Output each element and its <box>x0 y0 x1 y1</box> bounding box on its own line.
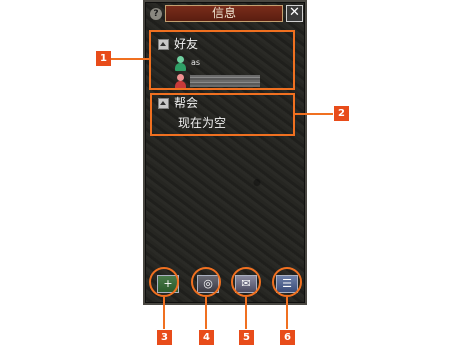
help-icon[interactable]: ? <box>150 8 162 20</box>
annotation-circle-list <box>272 267 302 297</box>
annotation-connector <box>163 297 165 329</box>
annotation-circle-mail <box>231 267 261 297</box>
annotation-box-friends <box>149 30 295 90</box>
annotation-connector <box>245 297 247 329</box>
title-bar[interactable]: ? 信息 ✕ <box>147 4 303 24</box>
annotation-connector <box>295 113 333 115</box>
callout-badge-4: 4 <box>199 330 214 345</box>
screenshot-stage: ? 信息 ✕ 好友 as 帮会 现在为空 + ◎ ✉ ☰ 1 2 3 4 5 6 <box>0 0 450 355</box>
annotation-connector <box>111 58 149 60</box>
annotation-circle-search <box>191 267 221 297</box>
annotation-connector <box>286 297 288 329</box>
callout-badge-5: 5 <box>239 330 254 345</box>
window-title: 信息 <box>165 5 283 22</box>
annotation-connector <box>205 297 207 329</box>
callout-badge-6: 6 <box>280 330 295 345</box>
close-button[interactable]: ✕ <box>286 5 303 22</box>
callout-badge-1: 1 <box>96 51 111 66</box>
callout-badge-2: 2 <box>334 106 349 121</box>
callout-badge-3: 3 <box>157 330 172 345</box>
annotation-circle-add-friend <box>149 267 179 297</box>
annotation-box-guild <box>150 93 295 136</box>
